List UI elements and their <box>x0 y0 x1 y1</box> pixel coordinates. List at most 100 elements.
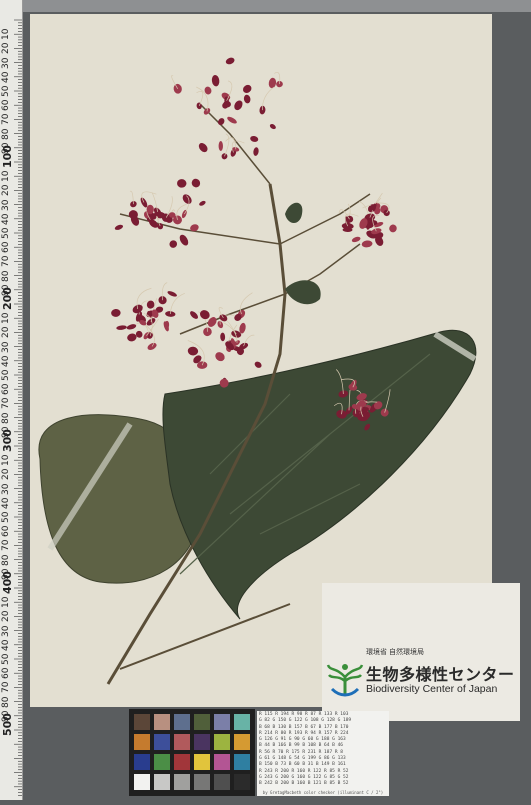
color-value-table: R 115 R 194 R 98 R 87 R 133 R 103 G 82 G … <box>257 711 389 796</box>
ruler-label: 200 <box>1 287 14 310</box>
flower-petal <box>196 102 202 110</box>
flower-petal <box>361 240 373 248</box>
petiole <box>119 603 291 670</box>
ruler-label: 70 <box>1 539 11 552</box>
flower-petal <box>243 84 252 94</box>
ruler-label: 100 <box>1 145 14 168</box>
ruler-label: 70 <box>1 397 11 410</box>
ruler-label: 60 <box>1 667 11 680</box>
flower-petal <box>269 124 276 130</box>
stamen <box>169 292 185 315</box>
ruler-label: 60 <box>1 99 11 112</box>
flower-petal <box>254 361 262 368</box>
ruler-label: 20 <box>1 184 11 197</box>
stamen <box>223 322 238 343</box>
flower-petal <box>243 94 251 104</box>
ruler-label: 40 <box>1 213 11 225</box>
organization-name-ja: 生物多様性センター <box>366 667 515 684</box>
color-patch <box>214 774 230 790</box>
leaf-right <box>162 329 477 620</box>
color-patch <box>154 774 170 790</box>
ruler-label: 80 <box>1 554 11 566</box>
color-patch <box>234 754 250 770</box>
color-patch <box>234 774 250 790</box>
color-patch <box>154 754 170 770</box>
ruler-label: 20 <box>1 468 11 481</box>
flower-petal <box>227 116 237 124</box>
flower-petal <box>167 291 177 297</box>
flower-petal <box>351 236 361 243</box>
flower-petal <box>179 234 189 246</box>
color-patch <box>234 714 250 730</box>
flower-petal <box>199 200 206 206</box>
herbarium-sheet: 環境省 自然環境局 生物多様性センター Biodiversity Center … <box>30 14 520 721</box>
ruler-label: 40 <box>1 497 11 509</box>
flower-petal <box>250 135 259 142</box>
ruler-label: 80 <box>1 412 11 424</box>
ministry-text: 環境省 自然環境局 <box>366 649 424 656</box>
ruler-label: 10 <box>1 312 11 325</box>
ruler-label: 20 <box>1 610 11 623</box>
color-patch <box>134 774 150 790</box>
color-patch <box>174 714 190 730</box>
flower-petal <box>127 333 137 342</box>
ruler-label: 50 <box>1 85 11 97</box>
ruler-label: 10 <box>1 596 11 609</box>
color-patch <box>154 714 170 730</box>
flower-petal <box>215 352 225 362</box>
ruler-label: 40 <box>1 71 11 83</box>
flower-petal <box>253 147 259 156</box>
color-patch <box>234 734 250 750</box>
flower-petal <box>147 342 157 350</box>
color-patch <box>154 734 170 750</box>
color-patch <box>174 754 190 770</box>
ruler-label: 80 <box>1 270 11 282</box>
ruler-label: 30 <box>1 57 11 69</box>
ruler-label: 60 <box>1 241 11 254</box>
flower-petal <box>234 100 243 111</box>
branch-2 <box>119 213 281 245</box>
ruler-label: 30 <box>1 341 11 353</box>
organization-name-en: Biodiversity Center of Japan <box>366 683 498 695</box>
ruler-label: 80 <box>1 128 11 140</box>
color-patch <box>214 734 230 750</box>
small-leaf <box>285 202 303 223</box>
color-patch <box>134 734 150 750</box>
biodiversity-logo-icon <box>326 664 364 697</box>
ruler-label: 20 <box>1 42 11 55</box>
flower-petal <box>173 83 182 94</box>
flower-petal <box>199 310 210 320</box>
ruler-label: 10 <box>1 28 11 41</box>
flower-petal <box>191 178 201 188</box>
flower-petal <box>187 346 199 356</box>
flower-petal <box>218 140 223 151</box>
top-ruler <box>22 0 531 12</box>
ruler-label: 30 <box>1 625 11 637</box>
flower-petal <box>126 324 137 330</box>
color-patch <box>134 714 150 730</box>
color-patch <box>174 774 190 790</box>
color-patch <box>214 714 230 730</box>
flower-petal <box>198 143 208 153</box>
value-row: B 242 B 200 B 160 B 121 B 85 B 52 <box>259 781 349 787</box>
ruler-label: 300 <box>1 429 14 452</box>
flower-petal <box>225 57 235 65</box>
flower-petal <box>211 74 220 87</box>
ruler-label: 50 <box>1 511 11 523</box>
ruler-label: 50 <box>1 227 11 239</box>
ruler-label: 70 <box>1 681 11 694</box>
ruler-label: 70 <box>1 255 11 268</box>
ruler-label: 30 <box>1 199 11 211</box>
small-leaf <box>285 280 321 305</box>
flower-petal <box>190 311 198 319</box>
color-patches <box>134 714 250 790</box>
ruler-label: 20 <box>1 326 11 339</box>
flower-petal <box>169 240 178 248</box>
ruler-label: 400 <box>1 571 14 594</box>
flower-petal <box>389 224 397 233</box>
color-patch <box>174 734 190 750</box>
ruler-label: 70 <box>1 113 11 126</box>
flower-petal <box>220 332 226 342</box>
ruler-label: 80 <box>1 696 11 708</box>
flower-petal <box>177 179 187 188</box>
